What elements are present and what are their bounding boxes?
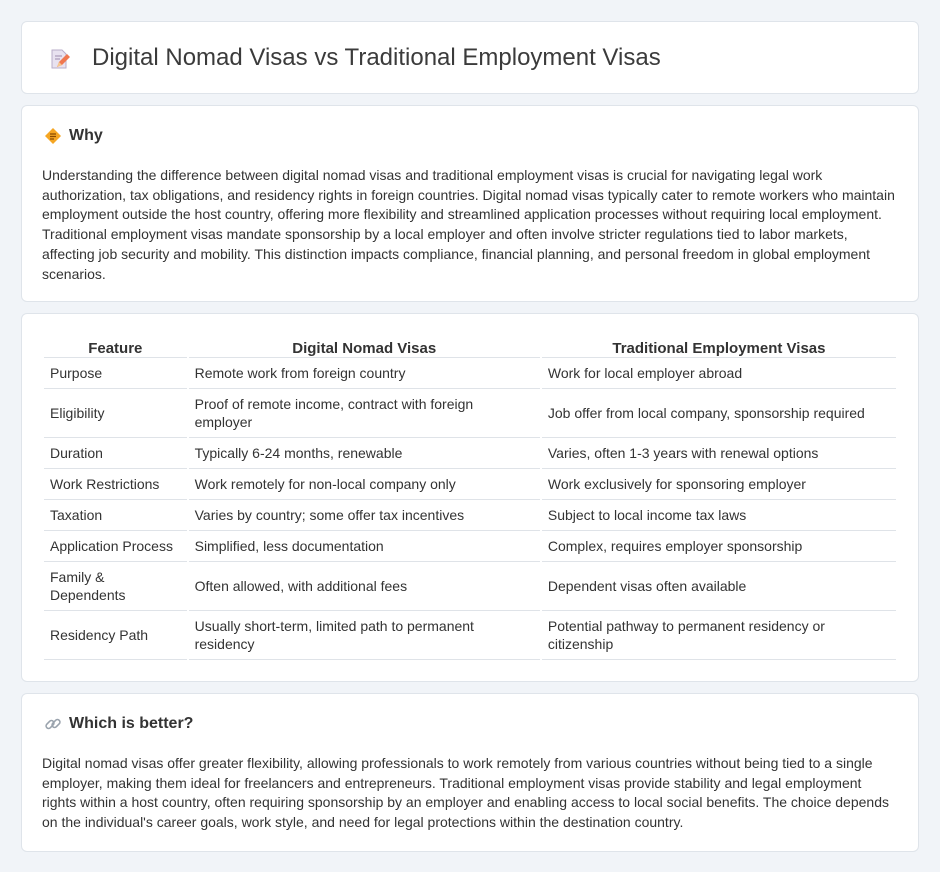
traditional-cell: Subject to local income tax laws <box>541 500 896 531</box>
diamond-sign-icon <box>44 127 62 145</box>
digital-nomad-cell: Usually short-term, limited path to perm… <box>188 611 540 660</box>
table-row: Family & Dependents Often allowed, with … <box>44 562 896 611</box>
better-heading-row: Which is better? <box>44 715 193 733</box>
traditional-cell: Potential pathway to permanent residency… <box>541 611 896 660</box>
digital-nomad-cell: Varies by country; some offer tax incent… <box>188 500 540 531</box>
traditional-cell: Complex, requires employer sponsorship <box>541 531 896 562</box>
feature-cell: Family & Dependents <box>44 562 187 611</box>
better-text: Digital nomad visas offer greater flexib… <box>42 755 889 831</box>
feature-cell: Residency Path <box>44 611 187 660</box>
link-icon <box>44 715 62 733</box>
table-row: Eligibility Proof of remote income, cont… <box>44 389 896 438</box>
feature-cell: Purpose <box>44 358 187 389</box>
table-row: Work Restrictions Work remotely for non-… <box>44 469 896 500</box>
page-title: Digital Nomad Visas vs Traditional Emplo… <box>92 44 661 71</box>
document-pencil-icon <box>48 48 70 70</box>
header-card: Digital Nomad Visas vs Traditional Emplo… <box>21 21 919 94</box>
why-heading: Why <box>69 127 103 144</box>
column-header-digital-nomad: Digital Nomad Visas <box>188 334 540 358</box>
comparison-table: Feature Digital Nomad Visas Traditional … <box>42 334 898 660</box>
table-header-row: Feature Digital Nomad Visas Traditional … <box>44 334 896 358</box>
why-heading-row: Why <box>44 127 103 145</box>
feature-cell: Taxation <box>44 500 187 531</box>
table-row: Residency Path Usually short-term, limit… <box>44 611 896 660</box>
digital-nomad-cell: Simplified, less documentation <box>188 531 540 562</box>
why-text: Understanding the difference between dig… <box>42 167 895 282</box>
digital-nomad-cell: Often allowed, with additional fees <box>188 562 540 611</box>
why-section: Why Understanding the difference between… <box>21 105 919 302</box>
table-row: Purpose Remote work from foreign country… <box>44 358 896 389</box>
traditional-cell: Dependent visas often available <box>541 562 896 611</box>
column-header-traditional: Traditional Employment Visas <box>541 334 896 358</box>
table-row: Taxation Varies by country; some offer t… <box>44 500 896 531</box>
table-row: Duration Typically 6-24 months, renewabl… <box>44 438 896 469</box>
table-row: Application Process Simplified, less doc… <box>44 531 896 562</box>
traditional-cell: Work exclusively for sponsoring employer <box>541 469 896 500</box>
traditional-cell: Job offer from local company, sponsorshi… <box>541 389 896 438</box>
feature-cell: Application Process <box>44 531 187 562</box>
feature-cell: Eligibility <box>44 389 187 438</box>
which-is-better-section: Which is better? Digital nomad visas off… <box>21 693 919 852</box>
better-heading: Which is better? <box>69 715 194 732</box>
digital-nomad-cell: Proof of remote income, contract with fo… <box>188 389 540 438</box>
comparison-section: Feature Digital Nomad Visas Traditional … <box>21 313 919 682</box>
digital-nomad-cell: Work remotely for non-local company only <box>188 469 540 500</box>
feature-cell: Work Restrictions <box>44 469 187 500</box>
column-header-feature: Feature <box>44 334 187 358</box>
traditional-cell: Work for local employer abroad <box>541 358 896 389</box>
digital-nomad-cell: Typically 6-24 months, renewable <box>188 438 540 469</box>
feature-cell: Duration <box>44 438 187 469</box>
traditional-cell: Varies, often 1-3 years with renewal opt… <box>541 438 896 469</box>
digital-nomad-cell: Remote work from foreign country <box>188 358 540 389</box>
